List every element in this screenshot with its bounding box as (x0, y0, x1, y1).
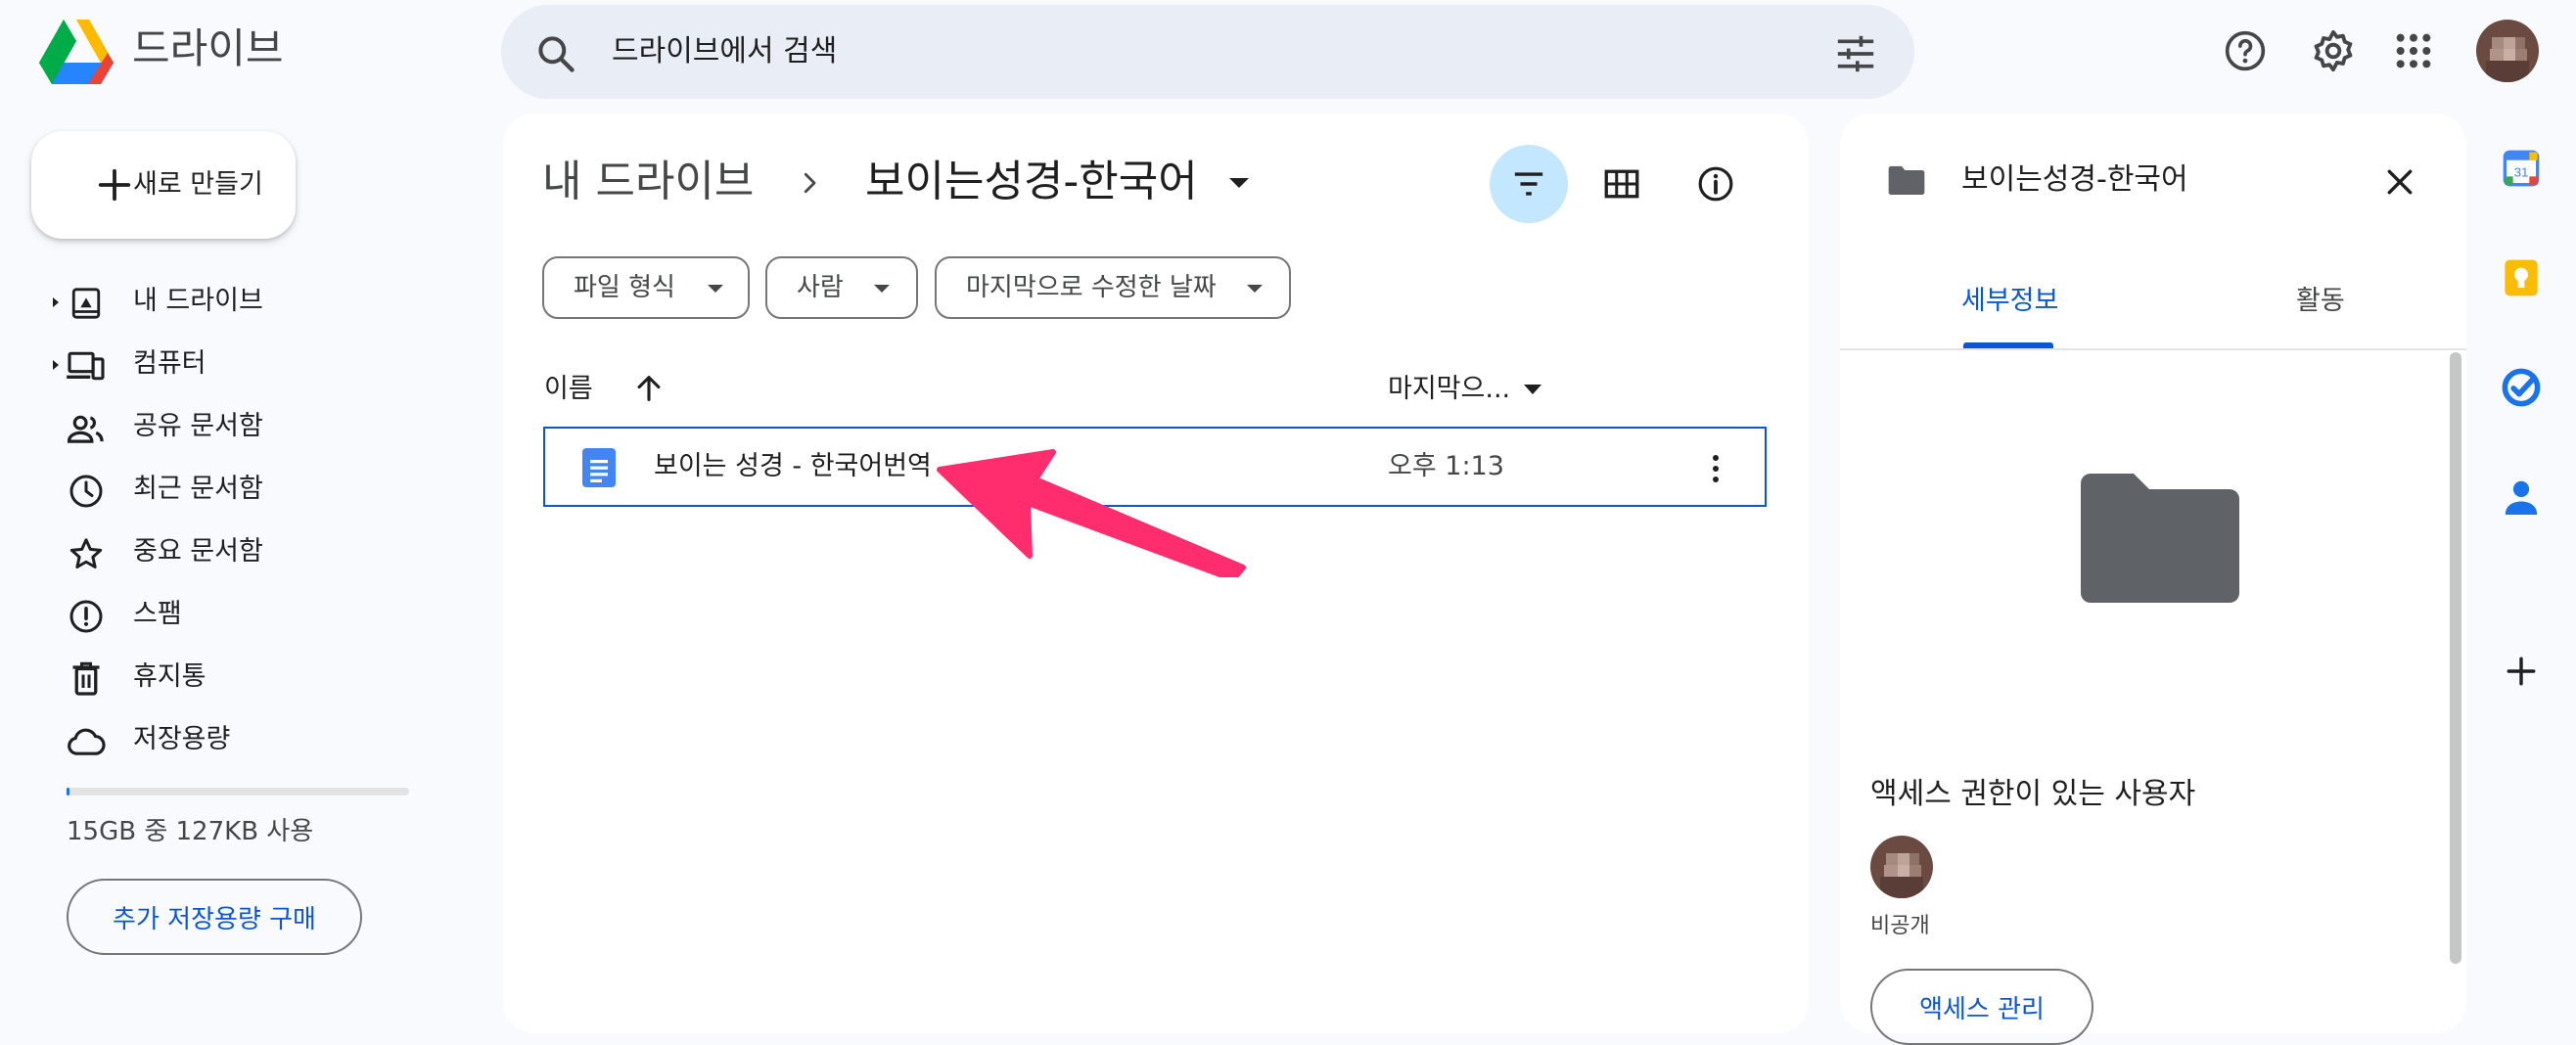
access-section-title: 액세스 권한이 있는 사용자 (1870, 777, 2196, 811)
sidebar-item-my-drive[interactable]: 내 드라이브 (39, 272, 470, 331)
column-header-modified[interactable]: 마지막으... (1388, 370, 1510, 409)
filter-chip-label: 사람 (797, 273, 844, 302)
sidebar-item-trash[interactable]: 휴지통 (39, 648, 470, 706)
chevron-down-icon[interactable] (1227, 176, 1251, 190)
help-icon[interactable] (2214, 20, 2277, 82)
breadcrumb-separator-icon (795, 168, 824, 198)
plus-icon (96, 166, 133, 204)
chevron-down-icon (1246, 284, 1264, 294)
search-icon[interactable] (534, 32, 577, 75)
details-scrollbar[interactable] (2450, 352, 2461, 964)
cloud-icon (67, 722, 106, 761)
access-status: 비공개 (1870, 914, 1930, 938)
sidebar-item-label: 중요 문서함 (133, 536, 263, 567)
sidebar-item-spam[interactable]: 스팸 (39, 585, 470, 644)
search-bar[interactable]: 드라이브에서 검색 (501, 5, 1914, 99)
calendar-icon[interactable]: 31 (2500, 147, 2543, 190)
sidebar-item-label: 내 드라이브 (133, 286, 263, 316)
google-drive-logo[interactable] (39, 18, 114, 84)
chevron-down-icon[interactable] (1523, 384, 1542, 395)
close-icon[interactable] (2372, 155, 2427, 209)
grid-view-icon[interactable] (1583, 145, 1661, 223)
folder-icon (1887, 164, 1926, 196)
annotation-arrow (920, 440, 1253, 577)
shared-people-icon (67, 409, 106, 448)
spam-icon (67, 597, 106, 636)
info-icon[interactable] (1677, 145, 1755, 223)
buy-storage-button[interactable]: 추가 저장용량 구매 (67, 879, 362, 955)
arrow-up-icon[interactable] (632, 372, 666, 405)
app-title[interactable]: 드라이브 (132, 22, 284, 76)
filter-chip-file-type[interactable]: 파일 형식 (542, 256, 750, 319)
column-header-name[interactable]: 이름 (544, 370, 593, 409)
filter-icon[interactable] (1490, 145, 1568, 223)
keep-icon[interactable] (2500, 256, 2543, 299)
clock-icon (67, 472, 106, 511)
sidebar-item-shared[interactable]: 공유 문서함 (39, 397, 470, 456)
file-modified-time: 오후 1:13 (1388, 451, 1504, 481)
gear-icon[interactable] (2302, 20, 2365, 82)
storage-usage-bar (67, 788, 409, 795)
tab-details[interactable]: 세부정보 (1961, 282, 2058, 321)
sidebar-item-label: 스팸 (133, 599, 182, 629)
filter-chip-label: 파일 형식 (574, 273, 675, 302)
tab-activity[interactable]: 활동 (2296, 282, 2345, 321)
folder-preview-icon (2081, 474, 2239, 603)
sidebar-item-storage[interactable]: 저장용량 (39, 710, 470, 769)
new-button-label: 새로 만들기 (133, 169, 263, 200)
add-icon[interactable] (2500, 650, 2543, 693)
sidebar-item-label: 공유 문서함 (133, 411, 263, 441)
google-docs-icon (582, 448, 616, 487)
sidebar-item-starred[interactable]: 중요 문서함 (39, 522, 470, 581)
sidebar-item-label: 휴지통 (133, 661, 207, 692)
calendar-day-text: 31 (2514, 164, 2529, 179)
sidebar-item-label: 저장용량 (133, 724, 231, 754)
computer-icon (67, 346, 106, 386)
filter-chip-modified[interactable]: 마지막으로 수정한 날짜 (935, 256, 1291, 319)
chevron-down-icon (873, 284, 891, 294)
more-vert-icon[interactable] (1696, 447, 1735, 490)
account-avatar[interactable] (2476, 20, 2539, 82)
sidebar-item-label: 컴퓨터 (133, 348, 207, 379)
avatar[interactable] (1870, 836, 1933, 898)
storage-usage-text: 15GB 중 127KB 사용 (67, 817, 314, 846)
file-name[interactable]: 보이는 성경 - 한국어번역 (654, 446, 932, 487)
sidebar-item-computers[interactable]: 컴퓨터 (39, 335, 470, 393)
expand-caret-icon[interactable] (51, 358, 61, 372)
breadcrumb-current-folder[interactable]: 보이는성경-한국어 (865, 153, 1198, 211)
chevron-down-icon (707, 284, 724, 294)
filter-chip-people[interactable]: 사람 (765, 256, 918, 319)
breadcrumb-my-drive[interactable]: 내 드라이브 (542, 153, 754, 211)
tab-divider (1840, 348, 2466, 350)
sidebar-item-label: 최근 문서함 (133, 474, 263, 504)
sidebar-item-recent[interactable]: 최근 문서함 (39, 460, 470, 519)
storage-usage-fill (67, 788, 69, 795)
search-options-icon[interactable] (1834, 34, 1877, 73)
apps-grid-icon[interactable] (2382, 20, 2445, 82)
tasks-icon[interactable] (2500, 366, 2543, 409)
my-drive-icon (67, 284, 106, 323)
expand-caret-icon[interactable] (51, 295, 61, 309)
manage-access-button[interactable]: 액세스 관리 (1870, 969, 2093, 1045)
search-input[interactable]: 드라이브에서 검색 (612, 30, 837, 73)
filter-chip-label: 마지막으로 수정한 날짜 (966, 273, 1217, 302)
trash-icon (67, 659, 106, 699)
new-button[interactable]: 새로 만들기 (31, 131, 296, 239)
contacts-icon[interactable] (2500, 476, 2543, 519)
star-icon (67, 534, 106, 573)
details-title: 보이는성경-한국어 (1961, 162, 2188, 197)
